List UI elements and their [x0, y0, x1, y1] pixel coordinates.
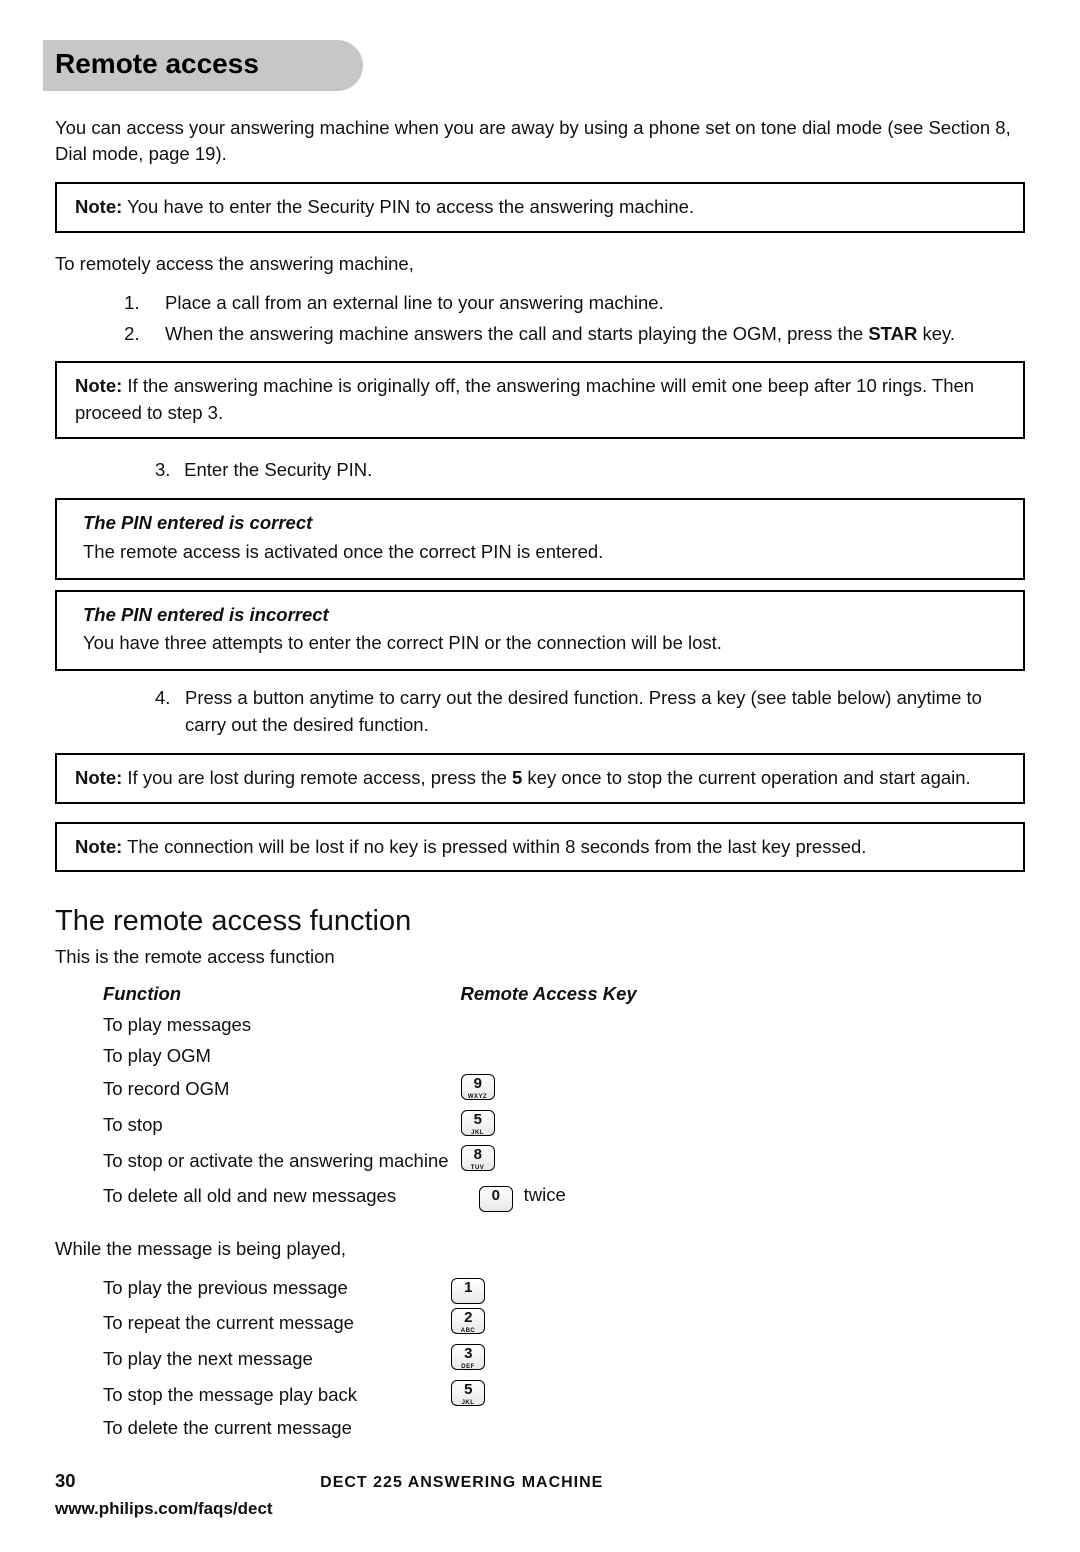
subsection-title: The remote access function [55, 900, 1025, 942]
step-number: 3. [155, 457, 179, 484]
note-box-1: Note: You have to enter the Security PIN… [55, 182, 1025, 233]
func-cell: To stop or activate the answering machin… [103, 1143, 461, 1179]
func-cell: To record OGM [103, 1072, 461, 1108]
key-cell: 0 twice [461, 1179, 649, 1214]
func-cell: To play the next message [103, 1342, 451, 1378]
col-header-function: Function [103, 979, 461, 1010]
keypad-2-icon: 2ABC [451, 1308, 485, 1334]
func-cell: To stop the message play back [103, 1378, 451, 1414]
footer-url: www.philips.com/faqs/dect [55, 1497, 1025, 1522]
func-cell: To play OGM [103, 1041, 461, 1072]
table-row: To record OGM 9WXYZ [103, 1072, 649, 1108]
note-box-4: Note: The connection will be lost if no … [55, 822, 1025, 873]
step-2c: key. [917, 323, 955, 344]
note-lead: Note: [75, 767, 122, 788]
note-text: If the answering machine is originally o… [75, 375, 974, 423]
note-key-5: 5 [512, 767, 522, 788]
keypad-8-icon: 8TUV [461, 1145, 495, 1171]
case-incorrect-box: The PIN entered is incorrect You have th… [55, 590, 1025, 672]
note-lead: Note: [75, 836, 122, 857]
keypad-5-icon: 5JKL [451, 1380, 485, 1406]
table-row: To play the previous message 1 [103, 1271, 535, 1306]
section-title: Remote access [43, 40, 363, 91]
step-2: When the answering machine answers the c… [155, 321, 1025, 348]
case-title: The PIN entered is incorrect [83, 602, 1005, 629]
note-text: The connection will be lost if no key is… [122, 836, 866, 857]
step-1: Place a call from an external line to yo… [155, 290, 1025, 317]
step-2a: When the answering machine answers the c… [165, 323, 868, 344]
page-number: 30 [55, 1468, 95, 1495]
table-row: To delete the current message [103, 1413, 535, 1444]
note-text: You have to enter the Security PIN to ac… [122, 196, 694, 217]
keypad-1-icon: 1 [451, 1278, 485, 1304]
steps-list-a: Place a call from an external line to yo… [155, 290, 1025, 348]
case-title: The PIN entered is correct [83, 510, 1005, 537]
table-row: To play messages [103, 1010, 649, 1041]
key-cell [461, 1041, 649, 1072]
function-table-2: To play the previous message 1 To repeat… [103, 1271, 535, 1444]
case-correct-box: The PIN entered is correct The remote ac… [55, 498, 1025, 580]
func-cell: To stop [103, 1108, 461, 1144]
step-number: 4. [155, 685, 179, 712]
step-text: Press a button anytime to carry out the … [185, 685, 1025, 739]
note-box-3: Note: If you are lost during remote acce… [55, 753, 1025, 804]
key-cell: 3DEF [451, 1342, 535, 1378]
func-cell: To delete all old and new messages [103, 1179, 461, 1214]
key-cell: 2ABC [451, 1306, 535, 1342]
table-row: To stop or activate the answering machin… [103, 1143, 649, 1179]
page-footer: 30 DECT 225 ANSWERING MACHINE www.philip… [55, 1468, 1025, 1521]
step-2-star: STAR [868, 323, 917, 344]
function-table-1: Function Remote Access Key To play messa… [103, 979, 649, 1214]
key-cell: 5JKL [451, 1378, 535, 1414]
keypad-9-icon: 9WXYZ [461, 1074, 495, 1100]
table-row: To play OGM [103, 1041, 649, 1072]
table-row: To play the next message 3DEF [103, 1342, 535, 1378]
table-row: To stop 5JKL [103, 1108, 649, 1144]
case-text: You have three attempts to enter the cor… [83, 630, 1005, 657]
keypad-5-icon: 5JKL [461, 1110, 495, 1136]
key-cell: 9WXYZ [461, 1072, 649, 1108]
remote-access-lead: To remotely access the answering machine… [55, 251, 1025, 278]
key-cell [461, 1010, 649, 1041]
subsection-subtitle: This is the remote access function [55, 944, 1025, 971]
col-header-key: Remote Access Key [461, 979, 649, 1010]
note-text-a: If you are lost during remote access, pr… [122, 767, 512, 788]
case-text: The remote access is activated once the … [83, 539, 1005, 566]
note-lead: Note: [75, 196, 122, 217]
keypad-3-icon: 3DEF [451, 1344, 485, 1370]
step-3: 3. Enter the Security PIN. [155, 457, 1025, 484]
key-cell: 8TUV [461, 1143, 649, 1179]
table-row: To stop the message play back 5JKL [103, 1378, 535, 1414]
table-row: To delete all old and new messages 0 twi… [103, 1179, 649, 1214]
key-cell [451, 1413, 535, 1444]
note-text-c: key once to stop the current operation a… [522, 767, 970, 788]
key-cell: 5JKL [461, 1108, 649, 1144]
while-playing-lead: While the message is being played, [55, 1236, 1025, 1263]
key-suffix: twice [524, 1182, 566, 1209]
table-row: To repeat the current message 2ABC [103, 1306, 535, 1342]
footer-machine-label: DECT 225 ANSWERING MACHINE [320, 1474, 603, 1491]
func-cell: To repeat the current message [103, 1306, 451, 1342]
func-cell: To delete the current message [103, 1413, 451, 1444]
note-box-2: Note: If the answering machine is origin… [55, 361, 1025, 439]
intro-paragraph: You can access your answering machine wh… [55, 115, 1025, 169]
keypad-0-icon: 0 [479, 1186, 513, 1212]
note-lead: Note: [75, 375, 122, 396]
func-cell: To play the previous message [103, 1271, 451, 1306]
func-cell: To play messages [103, 1010, 461, 1041]
key-cell: 1 [451, 1271, 535, 1306]
step-4: 4. Press a button anytime to carry out t… [155, 685, 1025, 739]
step-text: Enter the Security PIN. [184, 459, 372, 480]
